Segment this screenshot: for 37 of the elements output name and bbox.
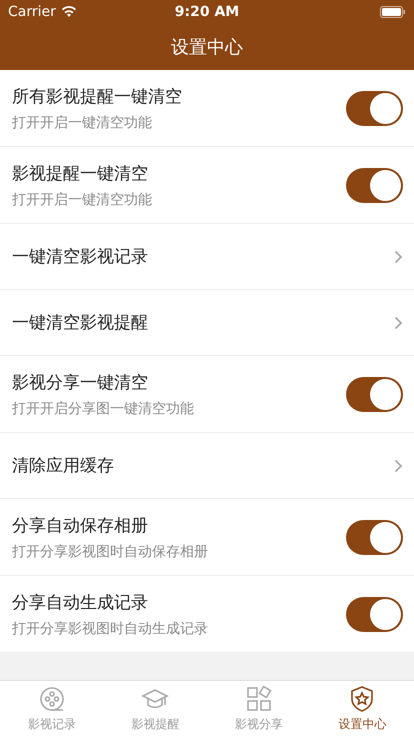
chevron-right-icon <box>394 458 403 472</box>
wifi-icon <box>60 6 77 18</box>
setting-subtitle: 打开开启一键清空功能 <box>12 114 153 132</box>
setting-title: 所有影视提醒一键清空 <box>12 86 183 108</box>
toggle-switch[interactable] <box>346 376 403 412</box>
tab-bar-item[interactable]: 设置中心 <box>310 681 414 736</box>
settings-row[interactable]: 所有影视提醒一键清空 打开开启一键清空功能 <box>0 70 414 147</box>
settings-row[interactable]: 影视分享一键清空 打开开启分享图一键清空功能 <box>0 356 414 433</box>
setting-title: 一键清空影视记录 <box>12 246 149 268</box>
carrier-label: Carrier <box>8 4 56 20</box>
settings-row[interactable]: 清除应用缓存 <box>0 433 414 499</box>
setting-title: 分享自动生成记录 <box>12 592 149 614</box>
status-time: 9:20 AM <box>174 4 240 20</box>
settings-row[interactable]: 分享自动保存相册 打开分享影视图时自动保存相册 <box>0 499 414 576</box>
page-title: 设置中心 <box>170 36 244 60</box>
grid-icon <box>244 684 273 712</box>
setting-title: 影视提醒一键清空 <box>12 162 149 184</box>
toggle-switch[interactable] <box>346 168 403 202</box>
setting-subtitle: 打开开启分享图一键清空功能 <box>12 400 195 418</box>
setting-title: 清除应用缓存 <box>12 455 115 477</box>
film-reel-icon <box>38 684 66 712</box>
chevron-right-icon <box>394 250 403 264</box>
setting-title: 一键清空影视提醒 <box>12 312 149 334</box>
toggle-switch[interactable] <box>346 90 403 126</box>
settings-row[interactable]: 影视提醒一键清空 打开开启一键清空功能 <box>0 147 414 224</box>
settings-row[interactable]: 分享自动生成记录 打开分享影视图时自动生成记录 <box>0 576 414 653</box>
toggle-switch[interactable] <box>346 596 403 632</box>
chevron-right-icon <box>394 316 403 330</box>
toggle-switch[interactable] <box>346 520 403 554</box>
setting-subtitle: 打开分享影视图时自动保存相册 <box>12 542 209 560</box>
setting-title: 分享自动保存相册 <box>12 514 149 536</box>
settings-row[interactable]: 一键清空影视记录 <box>0 224 414 290</box>
battery-icon <box>380 6 406 18</box>
setting-title: 影视分享一键清空 <box>12 372 149 394</box>
settings-row[interactable]: 一键清空影视提醒 <box>0 290 414 356</box>
setting-subtitle: 打开分享影视图时自动生成记录 <box>12 620 209 638</box>
setting-subtitle: 打开开启一键清空功能 <box>12 190 153 208</box>
